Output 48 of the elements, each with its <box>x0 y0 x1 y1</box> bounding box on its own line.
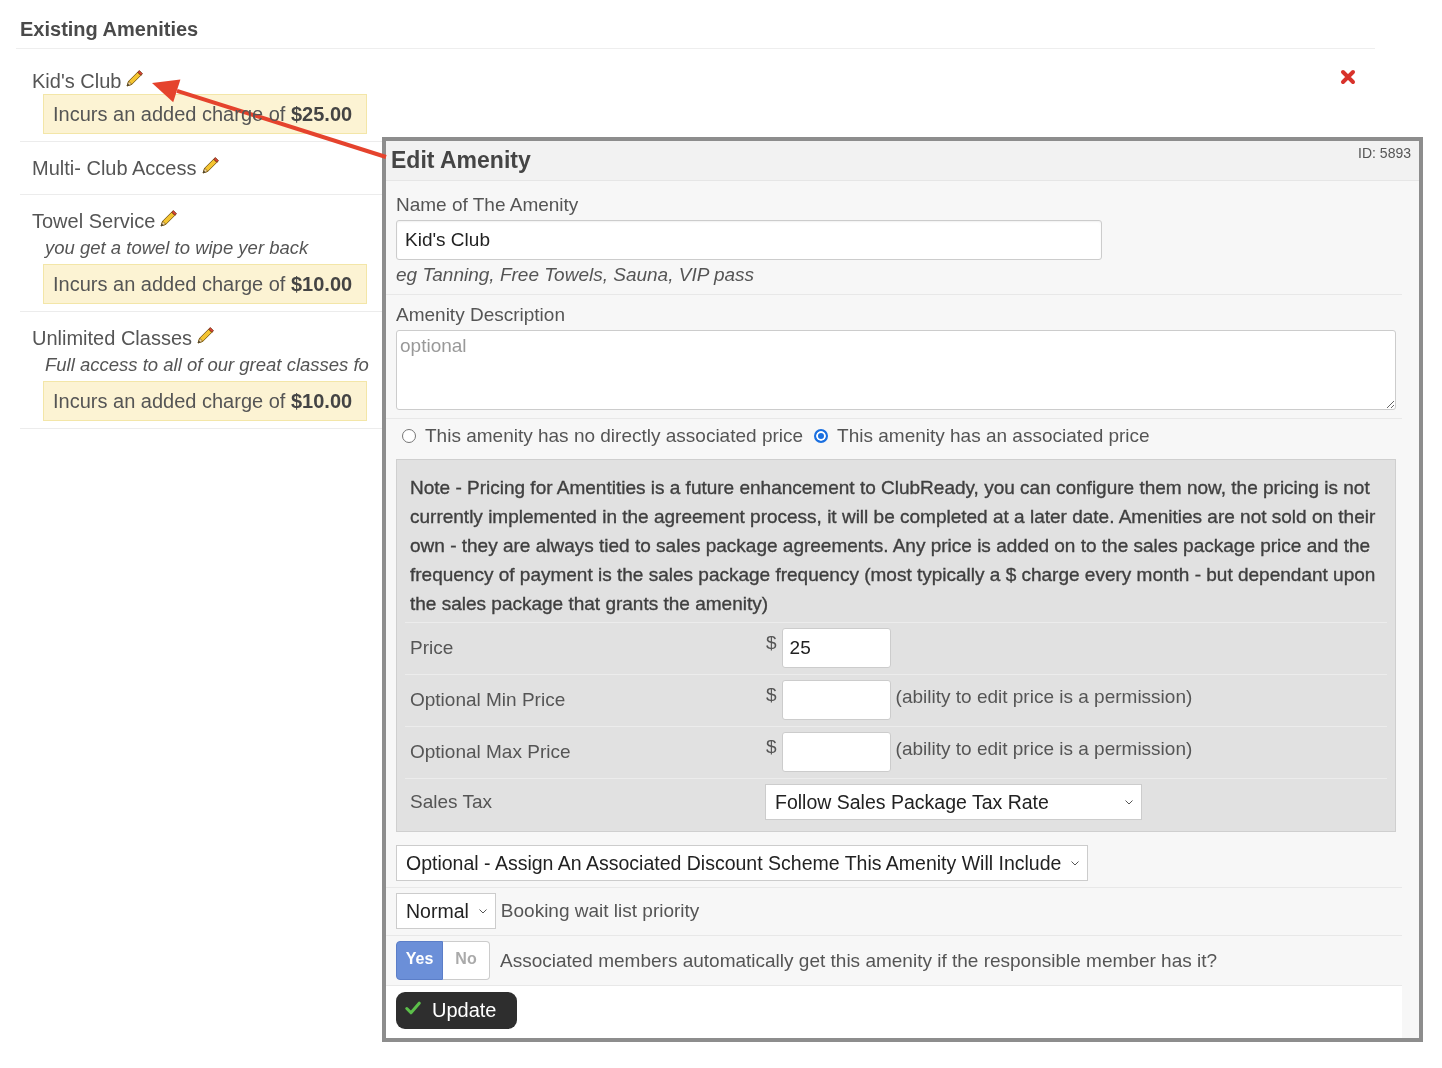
price-label: Optional Max Price <box>409 741 572 763</box>
radio-label[interactable]: This amenity has an associated price <box>837 425 1150 447</box>
pricing-note: Note - Pricing for Amentities is a future enhancement to ClubReady, you can configure them now, the pricing is not currently implemented in the agreement process, it will be completed at a later date. Amenities are not sold on their own - they are always tied to sales package agreements. Any price is added on to the sales package price and the frequency of payment is the sales package frequency (most typically a $ charge every month - but dependant upon the sales package that grants the amenity) <box>409 476 1377 616</box>
chevron-down-icon <box>1071 860 1080 866</box>
field-label: Name of The Amenity <box>396 193 580 217</box>
pencil-icon[interactable] <box>160 209 178 227</box>
currency-symbol: $ <box>766 684 777 706</box>
pencil-icon[interactable] <box>126 69 144 87</box>
discount-scheme-select[interactable]: Optional - Assign An Associated Discount Scheme This Amenity Will Include <box>396 845 1089 881</box>
delete-icon[interactable] <box>1340 69 1356 85</box>
check-icon <box>405 1000 421 1015</box>
field-hint: eg Tanning, Free Towels, Sauna, VIP pass <box>396 263 756 287</box>
sales-tax-select[interactable]: Follow Sales Package Tax Rate <box>765 784 1142 820</box>
charge-notice: Incurs an added charge of $10.00 <box>43 264 367 304</box>
amenity-name: Multi- Club Access <box>32 156 197 180</box>
price-label: Price <box>409 637 455 659</box>
price-input[interactable] <box>781 732 891 772</box>
price-input[interactable]: 25 <box>781 628 891 668</box>
radio-label[interactable]: This amenity has no directly associated price <box>425 425 804 447</box>
chevron-down-icon <box>1125 799 1133 805</box>
description-textarea[interactable]: optional <box>396 330 1396 410</box>
amenity-name: Kid's Club <box>32 69 122 93</box>
charge-notice: Incurs an added charge of $10.00 <box>43 381 367 421</box>
amenity-description: you get a towel to wipe yer back <box>43 236 310 260</box>
field-label: Amenity Description <box>396 303 566 327</box>
name-input[interactable]: Kid's Club <box>396 220 1102 260</box>
section-heading: Existing Amenities <box>20 17 199 41</box>
update-button[interactable]: Update <box>396 992 517 1029</box>
chevron-down-icon <box>478 908 487 914</box>
pencil-icon[interactable] <box>197 326 215 344</box>
price-input[interactable] <box>781 680 891 720</box>
priority-select[interactable]: Normal <box>396 893 496 929</box>
amenity-name: Unlimited Classes <box>32 326 193 350</box>
amenity-description: Full access to all of our great classes fo <box>44 353 369 377</box>
radio-button[interactable] <box>402 429 416 443</box>
currency-symbol: $ <box>766 632 777 654</box>
dialog-title: Edit Amenity <box>391 147 531 174</box>
currency-symbol: $ <box>766 736 777 758</box>
price-label: Sales Tax <box>409 791 494 813</box>
record-id: ID: 5893 <box>1358 145 1411 161</box>
priority-label: Booking wait list priority <box>500 900 700 922</box>
associated-members-label: Associated members automatically get this amenity if the responsible member has it? <box>500 949 1218 972</box>
amenity-name: Towel Service <box>32 209 156 233</box>
permission-note: (ability to edit price is a permission) <box>895 738 1193 760</box>
price-label: Optional Min Price <box>409 689 567 711</box>
permission-note: (ability to edit price is a permission) <box>895 686 1193 708</box>
pencil-icon[interactable] <box>201 156 219 174</box>
radio-button[interactable] <box>814 429 829 443</box>
